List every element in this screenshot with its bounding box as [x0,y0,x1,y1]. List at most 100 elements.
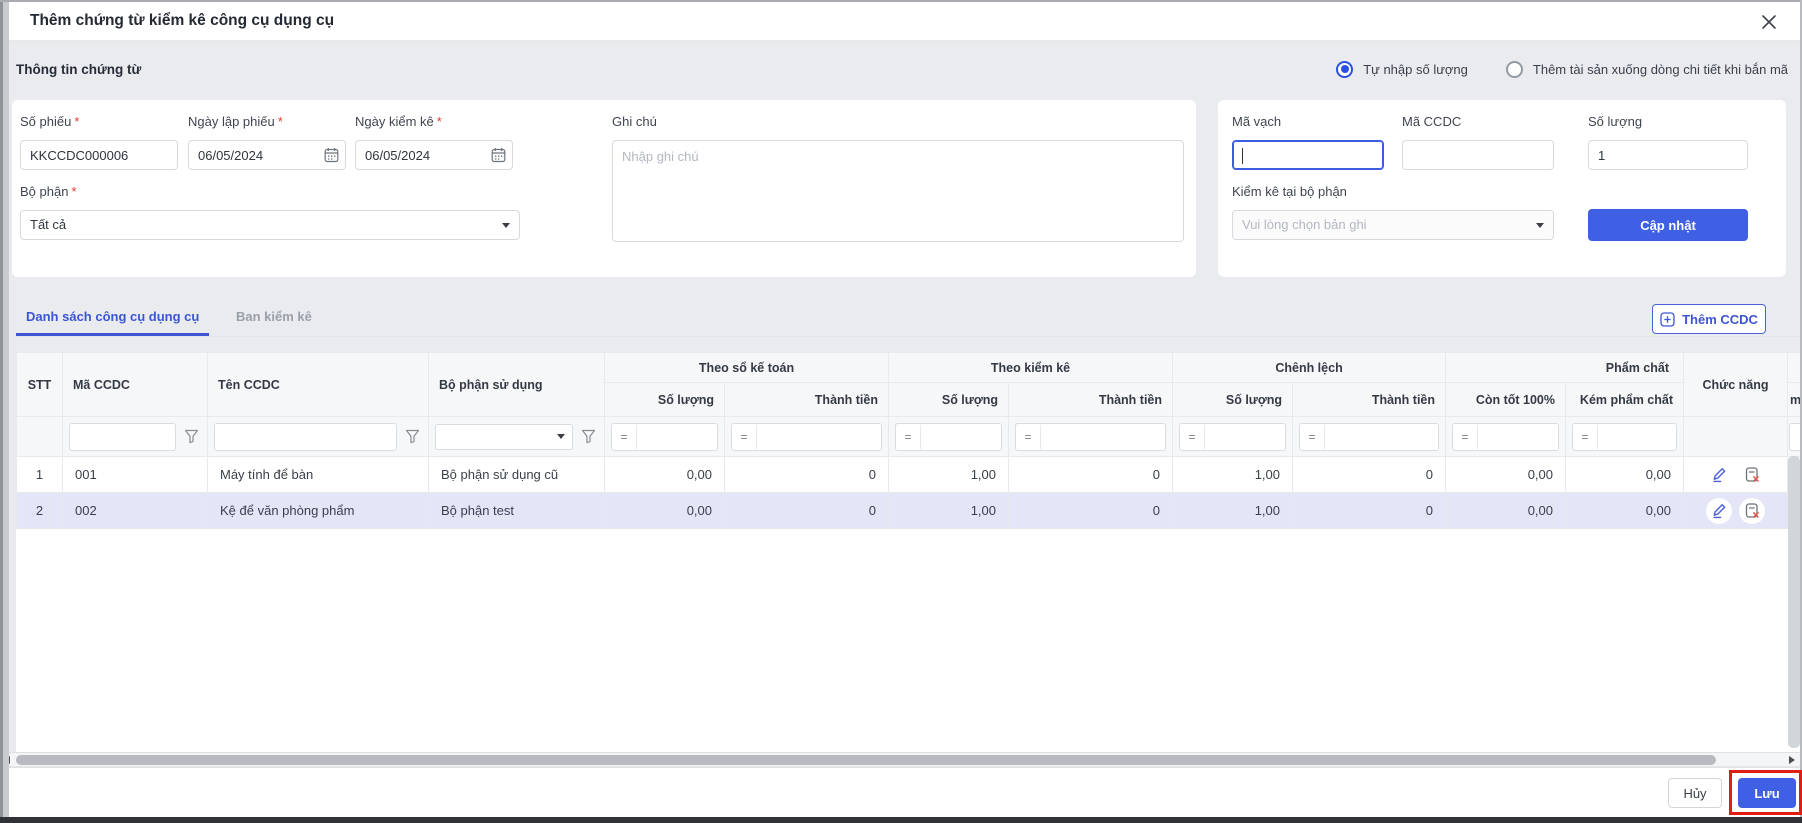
filter-kk-so-luong: = [889,417,1009,457]
cell-actions [1684,493,1788,529]
col-header-kt-so-luong: Số lượng [605,383,725,417]
luu-button[interactable]: Lưu [1738,778,1796,808]
ngay-kiem-ke-input[interactable] [355,140,513,170]
calendar-icon[interactable] [324,147,339,168]
cell-kt-thanh-tien: 0 [725,457,889,493]
barcode-input[interactable] [1232,140,1384,170]
kiem-ke-tai-bo-phan-select[interactable]: Vui lòng chọn bản ghi [1232,210,1554,240]
filter-numeric-input[interactable]: = [611,423,718,451]
cell-cl-so-luong: 1,00 [1173,493,1293,529]
radio-manual-quantity[interactable] [1336,61,1353,78]
ngay-kiem-ke-label: Ngày kiểm kê* [355,114,442,129]
calendar-icon[interactable] [491,147,506,168]
bo-phan-select[interactable]: Tất cả [20,210,520,240]
col-header-ma-ccdc: Mã CCDC [63,353,208,417]
cell-ma-ccdc: 002 [63,493,208,529]
filter-icon[interactable] [578,429,598,444]
filter-icon[interactable] [181,429,201,444]
dialog-titlebar: Thêm chứng từ kiểm kê công cụ dụng cụ [9,2,1800,41]
cell-ten-ccdc: Kệ để văn phòng phẩm [208,493,429,529]
chevron-down-icon [1536,223,1544,228]
filter-ten-ccdc [208,417,429,457]
col-header-kk-so-luong: Số lượng [889,383,1009,417]
ccdc-data-grid: STT Mã CCDC Tên CCDC Bộ phận sử dụng The… [16,352,1802,752]
filter-icon[interactable] [402,429,422,444]
radio-manual-quantity-label: Tự nhập số lượng [1363,62,1468,77]
tab-danh-sach-ccdc[interactable]: Danh sách công cụ dụng cụ [16,300,209,336]
filter-numeric-input[interactable]: = [731,423,882,451]
huy-button[interactable]: Hủy [1668,778,1722,808]
ma-vach-label: Mã vạch [1232,114,1281,129]
section-title: Thông tin chứng từ [16,62,141,77]
ngay-lap-input[interactable] [188,140,346,170]
cell-stt: 2 [17,493,63,529]
window-top-edge [0,0,1802,2]
cell-con-tot: 0,00 [1446,493,1566,529]
filter-stt [17,417,63,457]
col-header-cl-thanh-tien: Thành tiền [1293,383,1446,417]
scroll-right-icon[interactable] [1789,756,1795,764]
radio-scan-add-row[interactable] [1506,61,1523,78]
cell-actions [1684,457,1788,493]
col-header-ten-ccdc: Tên CCDC [208,353,429,417]
group-header-theo-kiem-ke: Theo kiểm kê [889,353,1173,383]
close-icon[interactable] [1758,11,1780,33]
vertical-scrollbar-thumb[interactable] [1788,456,1800,748]
filter-ma-ccdc-input[interactable] [69,423,176,451]
filter-numeric-input[interactable]: = [1299,423,1439,451]
ngay-lap-label: Ngày lập phiếu* [188,114,283,129]
cell-kk-so-luong: 1,00 [889,493,1009,529]
horizontal-scrollbar-thumb[interactable] [16,755,1716,765]
kiem-ke-tai-bo-phan-label: Kiểm kê tại bộ phận [1232,184,1347,199]
delete-row-icon[interactable] [1739,498,1765,524]
them-ccdc-button[interactable]: Thêm CCDC [1652,304,1766,334]
so-luong-input[interactable] [1588,140,1748,170]
filter-numeric-input[interactable]: = [1179,423,1286,451]
cap-nhat-button[interactable]: Cập nhật [1588,209,1748,241]
document-info-section: Thông tin chứng từ Tự nhập số lượng Thêm… [16,54,1788,84]
col-header-con-tot-100: Còn tốt 100% [1446,383,1566,417]
ngay-kiem-ke-field [355,140,513,170]
text-cursor [1242,148,1243,164]
filter-bo-phan-select[interactable] [435,424,573,450]
cell-kt-thanh-tien: 0 [725,493,889,529]
cell-kk-thanh-tien: 0 [1009,457,1173,493]
filter-cl-so-luong: = [1173,417,1293,457]
filter-kt-thanh-tien: = [725,417,889,457]
cell-ma-ccdc: 001 [63,457,208,493]
col-header-chuc-nang: Chức năng [1684,353,1788,417]
cell-stt: 1 [17,457,63,493]
tab-ban-kiem-ke[interactable]: Ban kiểm kê [226,300,322,336]
delete-row-icon[interactable] [1739,462,1765,488]
table-row[interactable]: 1 001 Máy tính để bàn Bộ phận sử dụng cũ… [17,457,1802,493]
ma-ccdc-input[interactable] [1402,140,1554,170]
cell-kem-pham-chat: 0,00 [1566,457,1684,493]
window-left-edge [0,0,9,823]
group-header-theo-so-ke-toan: Theo sổ kế toán [605,353,889,383]
filter-cl-thanh-tien: = [1293,417,1446,457]
ghi-chu-textarea[interactable] [612,140,1184,242]
edit-row-icon[interactable] [1706,498,1732,524]
filter-row: = = = = = = = = [17,417,1802,457]
filter-kem-pham-chat: = [1566,417,1684,457]
filter-con-tot: = [1446,417,1566,457]
table-row[interactable]: 2 002 Kệ để văn phòng phẩm Bộ phận test … [17,493,1802,529]
filter-numeric-input[interactable]: = [895,423,1002,451]
edit-row-icon[interactable] [1706,462,1732,488]
filter-numeric-input[interactable]: = [1015,423,1166,451]
filter-ma-ccdc [63,417,208,457]
plus-icon [1660,312,1675,327]
filter-numeric-input[interactable]: = [1452,423,1559,451]
cell-kem-pham-chat: 0,00 [1566,493,1684,529]
filter-numeric-input[interactable]: = [1572,423,1677,451]
col-header-kt-thanh-tien: Thành tiền [725,383,889,417]
col-header-bo-phan-su-dung: Bộ phận sử dụng [429,353,605,417]
cell-kt-so-luong: 0,00 [605,457,725,493]
so-phieu-input[interactable] [20,140,178,170]
dialog-footer: Hủy Lưu [9,767,1800,818]
radio-scan-add-row-label: Thêm tài sản xuống dòng chi tiết khi bắn… [1533,62,1788,77]
filter-ten-ccdc-input[interactable] [214,423,397,451]
barcode-scan-panel: Mã vạch Mã CCDC Số lượng Kiểm kê tại bộ … [1218,100,1786,277]
filter-kk-thanh-tien: = [1009,417,1173,457]
add-inventory-document-dialog: Thêm chứng từ kiểm kê công cụ dụng cụ Th… [0,0,1802,823]
